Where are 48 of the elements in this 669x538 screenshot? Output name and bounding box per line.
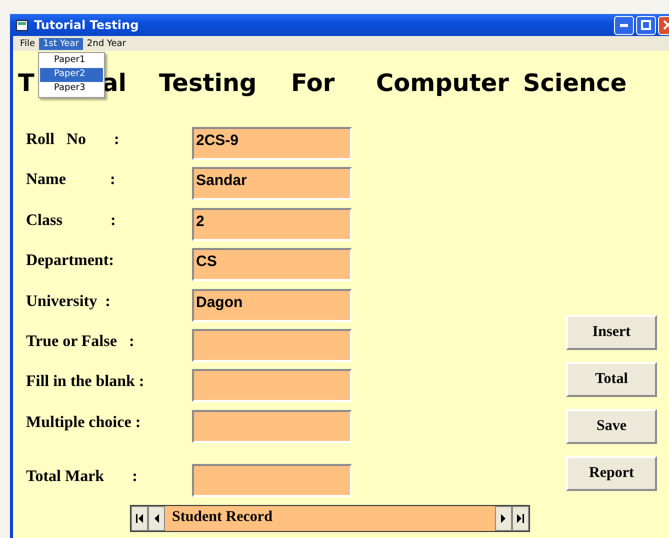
action-button[interactable]: Total [566,362,657,397]
field-label: Department: [26,251,115,270]
input-field[interactable] [192,369,352,402]
next-record-button[interactable] [495,506,512,531]
action-button[interactable]: Save [566,409,657,444]
minimize-icon [620,24,628,26]
input-field[interactable]: CS [192,248,352,282]
maximize-button[interactable] [636,16,656,34]
navigator-caption: Student Record [171,508,274,527]
field-label: Multiple choice : [26,412,142,432]
menu-option[interactable]: Paper2 [40,68,103,82]
field-label: Roll No : [26,130,120,149]
last-icon [517,514,524,523]
previous-record-button[interactable] [148,506,165,531]
first-record-button[interactable] [131,506,148,531]
last-record-button[interactable] [512,506,529,531]
menu-item[interactable]: 2nd Year [82,38,130,50]
input-field[interactable]: 2CS-9 [192,127,352,160]
first-icon [136,514,143,523]
field-label: University : [26,292,112,311]
minimize-button[interactable] [614,16,634,34]
menu-item[interactable]: 1st Year [39,38,83,50]
app-icon [16,20,28,30]
window-title: Tutorial Testing [34,18,139,32]
field-label: True or False : [26,332,136,351]
maximize-icon [641,20,651,30]
heading-text: T [18,69,34,97]
input-field[interactable] [192,464,352,498]
menu-item[interactable]: File [16,38,40,50]
action-button[interactable]: Report [566,456,657,491]
heading-text: Science [523,69,627,97]
input-field[interactable]: Dagon [192,288,352,322]
input-field[interactable]: Sandar [192,167,352,200]
field-label: Total Mark : [26,467,138,486]
input-field[interactable]: 2 [192,208,352,241]
field-label: Fill in the blank : [26,372,146,392]
heading-text: For [291,69,335,97]
menu-option[interactable]: Paper3 [40,82,103,96]
field-label: Class : [26,210,117,230]
field-label: Name : [26,170,116,190]
next-icon [501,514,506,523]
action-button[interactable]: Insert [566,315,657,350]
previous-icon [154,514,159,523]
heading-text: Testing [159,69,257,97]
input-field[interactable] [192,328,352,362]
menu-option[interactable]: Paper1 [40,54,103,68]
heading-text: Computer [376,69,509,97]
input-field[interactable] [192,410,352,443]
